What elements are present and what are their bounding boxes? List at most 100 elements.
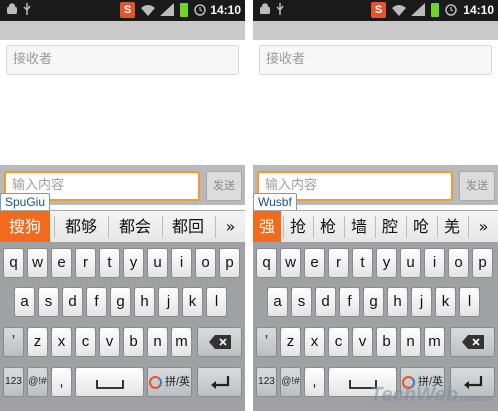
watermark-domain: .com.cn — [457, 393, 492, 403]
key-h[interactable]: h — [387, 287, 408, 317]
backspace-key[interactable] — [197, 327, 242, 357]
sogou-icon: S — [371, 2, 386, 18]
candidate-item[interactable]: 墙 — [345, 211, 373, 243]
key-g[interactable]: g — [110, 287, 131, 317]
key-k[interactable]: k — [182, 287, 203, 317]
send-button[interactable]: 发送 — [206, 171, 242, 201]
key-apostrophe[interactable]: ʼ — [3, 327, 24, 357]
key-g[interactable]: g — [363, 287, 384, 317]
key-o[interactable]: o — [448, 248, 469, 278]
candidate-item[interactable]: 搜狗 — [0, 211, 50, 243]
candidate-item[interactable]: 呛 — [407, 211, 435, 243]
key-x[interactable]: x — [304, 327, 325, 357]
candidate-item[interactable]: 腔 — [376, 211, 404, 243]
key-c[interactable]: c — [328, 327, 349, 357]
key-symbols[interactable]: @!# — [280, 367, 301, 397]
key-j[interactable]: j — [411, 287, 432, 317]
key-n[interactable]: n — [147, 327, 168, 357]
key-i[interactable]: i — [424, 248, 445, 278]
alarm-icon — [445, 3, 457, 17]
key-o[interactable]: o — [195, 248, 216, 278]
key-w[interactable]: w — [27, 248, 48, 278]
key-comma[interactable]: , — [51, 367, 72, 397]
key-s[interactable]: s — [291, 287, 312, 317]
key-123[interactable]: 123 — [256, 367, 277, 397]
recipient-field[interactable]: 接收者 — [259, 45, 492, 75]
key-v[interactable]: v — [99, 327, 120, 357]
key-n[interactable]: n — [400, 327, 421, 357]
key-d[interactable]: d — [315, 287, 336, 317]
recipient-field[interactable]: 接收者 — [6, 45, 239, 75]
candidate-item[interactable]: 羌 — [438, 211, 466, 243]
signal-icon — [411, 3, 425, 17]
title-bar — [0, 21, 245, 40]
backspace-key[interactable] — [450, 327, 495, 357]
key-b[interactable]: b — [123, 327, 144, 357]
key-s[interactable]: s — [38, 287, 59, 317]
watermark-brand: TechWeb — [370, 384, 458, 406]
key-w[interactable]: w — [280, 248, 301, 278]
key-e[interactable]: e — [51, 248, 72, 278]
key-y[interactable]: y — [123, 248, 144, 278]
key-m[interactable]: m — [171, 327, 192, 357]
lang-switch-key[interactable]: 拼/英 — [147, 367, 192, 397]
send-button[interactable]: 发送 — [459, 171, 495, 201]
key-i[interactable]: i — [171, 248, 192, 278]
key-e[interactable]: e — [304, 248, 325, 278]
enter-icon — [210, 376, 229, 389]
backspace-icon — [208, 335, 231, 349]
key-j[interactable]: j — [158, 287, 179, 317]
key-m[interactable]: m — [424, 327, 445, 357]
techweb-watermark: TechWeb.com.cn — [370, 384, 492, 407]
key-z[interactable]: z — [27, 327, 48, 357]
key-a[interactable]: a — [267, 287, 288, 317]
candidate-item[interactable]: 都会 — [109, 211, 161, 243]
candidate-more-button[interactable]: » — [469, 211, 498, 243]
key-123[interactable]: 123 — [3, 367, 24, 397]
key-y[interactable]: y — [376, 248, 397, 278]
key-f[interactable]: f — [86, 287, 107, 317]
backspace-icon — [461, 335, 484, 349]
sogou-logo-icon — [148, 375, 162, 389]
candidate-item[interactable]: 都回 — [163, 211, 213, 243]
key-x[interactable]: x — [51, 327, 72, 357]
space-key[interactable] — [75, 367, 144, 397]
candidate-item[interactable]: 都够 — [55, 211, 107, 243]
key-h[interactable]: h — [134, 287, 155, 317]
key-v[interactable]: v — [352, 327, 373, 357]
key-p[interactable]: p — [219, 248, 240, 278]
key-symbols[interactable]: @!# — [27, 367, 48, 397]
key-t[interactable]: t — [99, 248, 120, 278]
key-l[interactable]: l — [459, 287, 480, 317]
status-time: 14:10 — [463, 3, 494, 17]
candidate-item[interactable]: 强 — [253, 211, 281, 243]
candidate-more-button[interactable]: » — [216, 211, 245, 243]
key-comma[interactable]: , — [304, 367, 325, 397]
alarm-icon — [194, 3, 206, 17]
key-k[interactable]: k — [435, 287, 456, 317]
key-u[interactable]: u — [147, 248, 168, 278]
key-c[interactable]: c — [75, 327, 96, 357]
key-apostrophe[interactable]: ʼ — [256, 327, 277, 357]
key-q[interactable]: q — [3, 248, 24, 278]
key-d[interactable]: d — [62, 287, 83, 317]
key-u[interactable]: u — [400, 248, 421, 278]
key-f[interactable]: f — [339, 287, 360, 317]
key-t[interactable]: t — [352, 248, 373, 278]
candidate-bar: 搜狗 都够 都会 都回 » — [0, 210, 245, 243]
battery-icon — [180, 3, 188, 17]
key-b[interactable]: b — [376, 327, 397, 357]
key-r[interactable]: r — [75, 248, 96, 278]
key-p[interactable]: p — [472, 248, 493, 278]
candidate-item[interactable]: 抢 — [284, 211, 312, 243]
key-q[interactable]: q — [256, 248, 277, 278]
candidate-bar: 强 抢 枪 墙 腔 呛 羌 » — [253, 210, 498, 243]
key-r[interactable]: r — [328, 248, 349, 278]
enter-key[interactable] — [197, 367, 242, 397]
battery-icon — [431, 3, 439, 17]
candidate-item[interactable]: 枪 — [314, 211, 342, 243]
sogou-icon: S — [120, 2, 135, 18]
key-l[interactable]: l — [206, 287, 227, 317]
key-a[interactable]: a — [14, 287, 35, 317]
key-z[interactable]: z — [280, 327, 301, 357]
